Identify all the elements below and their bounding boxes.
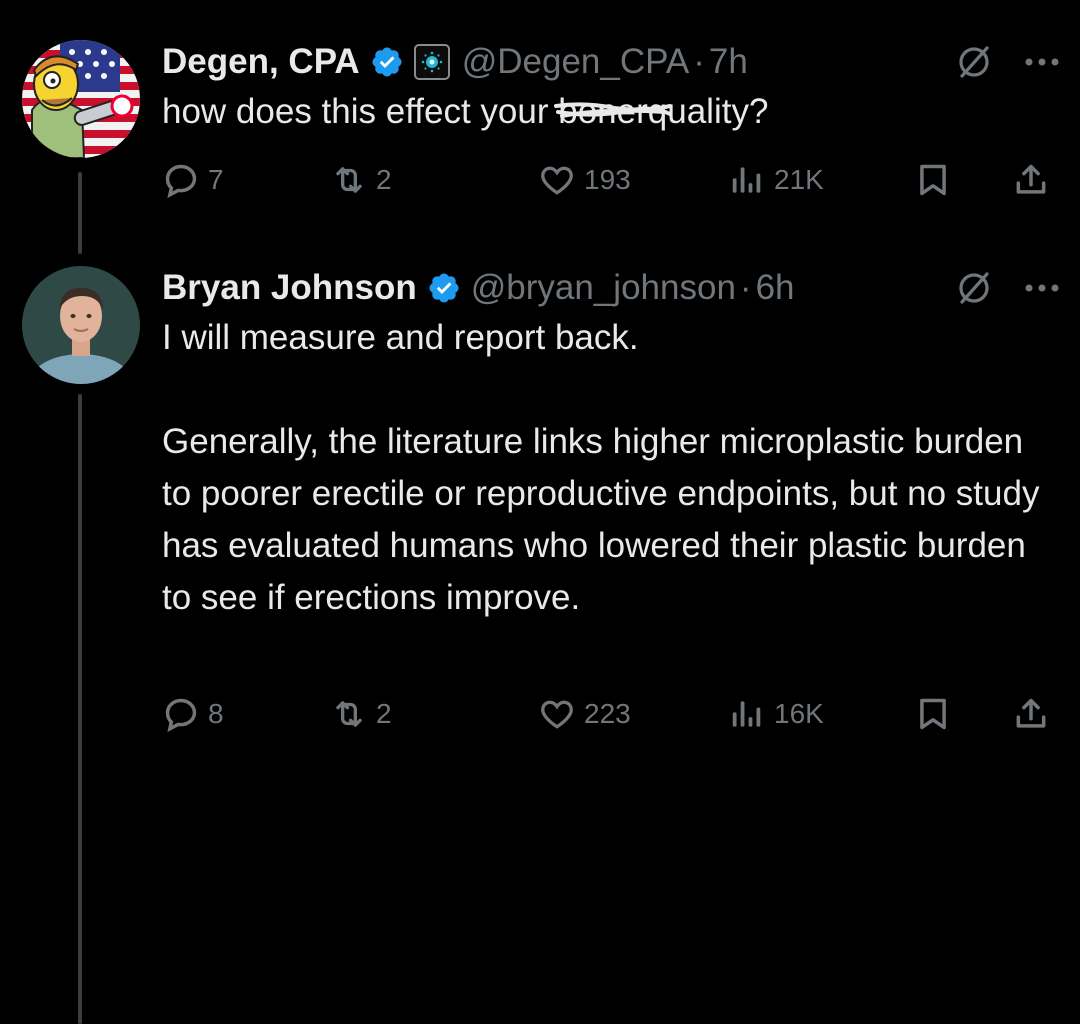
struck-word: boner	[554, 86, 673, 138]
tweet-bryan-johnson[interactable]: Bryan Johnson @bryan_johnson · 6h I will…	[0, 250, 1080, 1024]
affiliate-badge-icon[interactable]	[413, 44, 450, 80]
reply-icon	[165, 698, 197, 732]
like-icon	[541, 700, 573, 729]
like-count: 223	[584, 698, 631, 729]
like-button[interactable]: 193	[538, 158, 631, 202]
views-icon	[732, 167, 761, 193]
author-handle[interactable]: @Degen_CPA	[462, 42, 690, 82]
reply-count: 8	[208, 698, 224, 729]
retweet-count: 2	[376, 698, 392, 729]
bookmark-button[interactable]	[914, 158, 952, 202]
action-bar: 7 2 193 21K	[162, 158, 1060, 202]
bookmark-icon	[920, 698, 946, 730]
timestamp[interactable]: 7h	[709, 42, 748, 82]
share-button[interactable]	[1012, 692, 1050, 736]
reply-button[interactable]: 8	[162, 692, 224, 736]
retweet-icon	[336, 701, 362, 727]
grok-icon[interactable]	[954, 42, 994, 82]
tweet-degen[interactable]: Degen, CPA @Degen_CPA · 7h how does this…	[0, 0, 1080, 254]
bookmark-button[interactable]	[914, 692, 952, 736]
timestamp[interactable]: 6h	[756, 268, 795, 308]
avatar[interactable]	[22, 266, 140, 384]
reply-icon	[165, 164, 197, 198]
thread-line	[78, 394, 82, 1024]
like-count: 193	[584, 164, 631, 195]
reply-button[interactable]: 7	[162, 158, 224, 202]
share-button[interactable]	[1012, 158, 1050, 202]
reply-count: 7	[208, 164, 224, 195]
action-bar: 8 2 223 16K	[162, 692, 1060, 736]
views-button[interactable]: 16K	[728, 692, 824, 736]
retweet-button[interactable]: 2	[330, 692, 392, 736]
retweet-count: 2	[376, 164, 392, 195]
tweet-text: how does this effect your boner quality?	[162, 86, 1040, 138]
tweet-paragraph: Generally, the literature links higher m…	[162, 422, 1040, 617]
thread-line	[78, 172, 82, 254]
author-name[interactable]: Bryan Johnson	[162, 268, 417, 308]
share-icon	[1016, 164, 1046, 194]
share-icon	[1016, 698, 1046, 728]
like-button[interactable]: 223	[538, 692, 631, 736]
tweet-text: I will measure and report back. Generall…	[162, 312, 1040, 624]
more-icon[interactable]	[1024, 283, 1060, 293]
bookmark-icon	[920, 164, 946, 196]
avatar[interactable]	[22, 40, 140, 158]
separator-dot: ·	[693, 42, 705, 81]
tweet-text-part: how does this effect your	[162, 92, 559, 131]
views-icon	[732, 701, 761, 727]
author-name[interactable]: Degen, CPA	[162, 42, 360, 82]
tweet-header: Degen, CPA @Degen_CPA · 7h	[162, 40, 1060, 84]
separator-dot: ·	[739, 268, 752, 307]
more-icon[interactable]	[1024, 57, 1060, 67]
like-icon	[541, 166, 573, 195]
grok-icon[interactable]	[954, 268, 994, 308]
views-button[interactable]: 21K	[728, 158, 824, 202]
verified-badge-icon	[372, 47, 402, 77]
author-handle[interactable]: @bryan_johnson	[471, 268, 736, 308]
views-count: 21K	[774, 164, 824, 195]
verified-badge-icon	[429, 273, 459, 303]
tweet-paragraph: I will measure and report back.	[162, 318, 639, 357]
retweet-icon	[336, 167, 362, 193]
retweet-button[interactable]: 2	[330, 158, 392, 202]
views-count: 16K	[774, 698, 824, 729]
tweet-header: Bryan Johnson @bryan_johnson · 6h	[162, 266, 1060, 310]
scribble-strike	[554, 102, 673, 118]
